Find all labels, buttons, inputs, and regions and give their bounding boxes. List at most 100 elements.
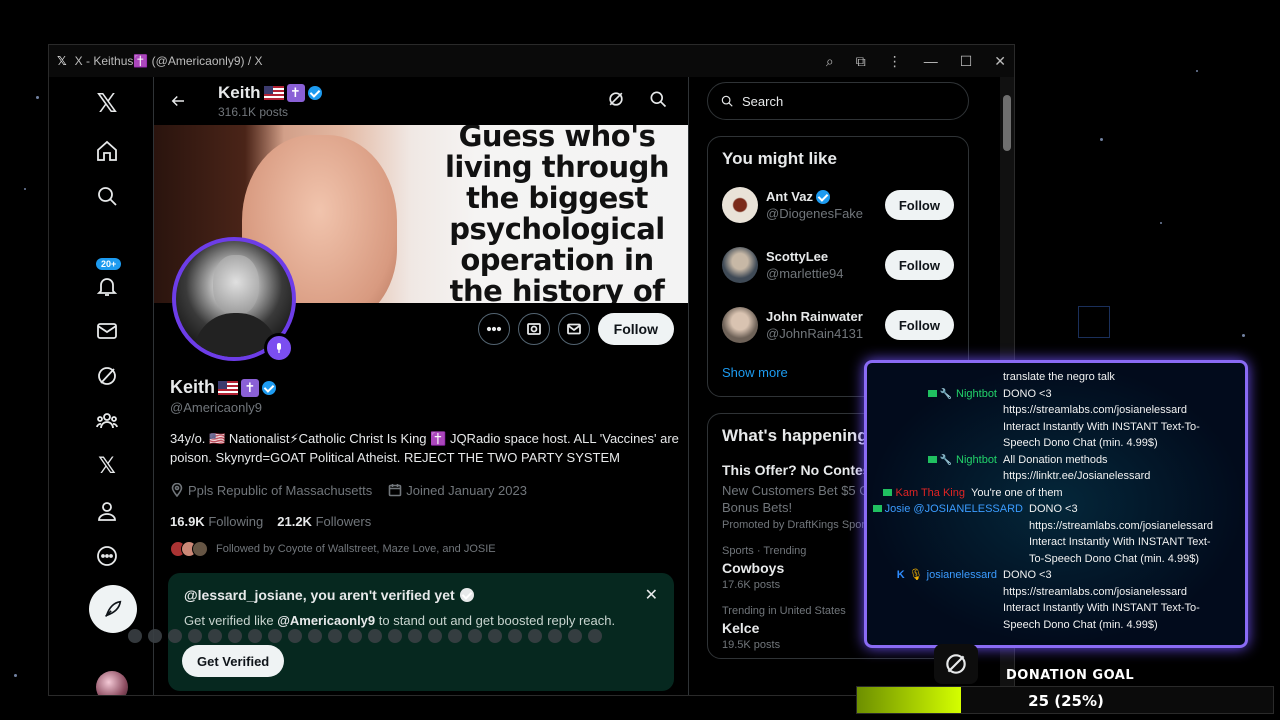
background-square	[1078, 306, 1110, 338]
donation-progress-bar: 25 (25%)	[856, 686, 1274, 714]
more-circle-icon[interactable]	[93, 542, 121, 570]
background-star	[1242, 334, 1245, 337]
chat-message: Josie @JOSIANELESSARD DONO <3 https://st…	[867, 501, 1245, 567]
more-options-button[interactable]	[477, 313, 510, 345]
search-icon[interactable]: ⌕	[826, 53, 834, 70]
suggested-user-handle: @JohnRain4131	[766, 326, 864, 341]
menu-dots-icon[interactable]: ⋮	[888, 53, 902, 70]
window-title: X - Keithus✝️ (@Americaonly9) / X	[74, 54, 263, 68]
chat-username: Kam Tha King	[867, 485, 971, 502]
profile-handle: @Americaonly9	[170, 400, 262, 415]
background-star	[1196, 70, 1198, 72]
suggested-user-name: Ant Vaz	[766, 189, 813, 204]
suggested-user[interactable]: John Rainwater @JohnRain4131 Follow	[708, 295, 968, 355]
grok-icon[interactable]	[606, 89, 626, 109]
mod-badge-icon	[927, 389, 937, 397]
profile-name: Keith	[170, 377, 215, 397]
profile-person-icon[interactable]	[93, 497, 121, 525]
suggested-user[interactable]: ScottyLee @marlettie94 Follow	[708, 235, 968, 295]
suggested-user-avatar	[722, 247, 758, 283]
follow-button[interactable]: Follow	[884, 250, 954, 280]
explore-search-icon[interactable]	[93, 182, 121, 210]
close-window-button[interactable]: ✕	[994, 53, 1006, 70]
chat-text: All Donation methods https://linktr.ee/J…	[1003, 453, 1151, 483]
follow-button[interactable]: Follow	[597, 313, 674, 345]
search-input[interactable]: Search	[707, 82, 969, 120]
profile-actions: Follow	[477, 313, 674, 345]
background-star	[24, 188, 26, 190]
donation-goal-widget: DONATION GOAL 25 (25%)	[856, 664, 1280, 720]
chat-message: 🔧 Nightbot DONO <3 https://streamlabs.com…	[867, 386, 1245, 452]
following-link[interactable]: 16.9K Following	[170, 514, 263, 529]
us-flag-icon	[218, 380, 238, 395]
verify-subtitle: Get verified like @Americaonly9 to stand…	[184, 613, 616, 628]
x-tab-icon: 𝕏	[57, 54, 67, 68]
verified-check-icon	[459, 588, 474, 602]
follow-button[interactable]: Follow	[884, 190, 954, 220]
maximize-button[interactable]: ☐	[960, 53, 973, 70]
mic-badge-icon: 🎙	[908, 569, 923, 581]
chat-username: 🔧 Nightbot	[867, 452, 1003, 485]
back-button[interactable]	[166, 89, 190, 113]
background-star	[1160, 222, 1162, 224]
followed-by[interactable]: Followed by Coyote of Wallstreet, Maze L…	[170, 541, 680, 557]
post-compose-button[interactable]	[89, 585, 137, 633]
suggested-user[interactable]: Ant Vaz @DiogenesFake Follow	[708, 175, 968, 235]
chat-text: DONO <3 https://streamlabs.com/josianele…	[1003, 387, 1200, 450]
location-pin-icon	[171, 482, 183, 498]
profile-info: Keith ✝ @Americaonly9 34y/o. 🇺🇸 National…	[170, 377, 680, 557]
followers-link[interactable]: 21.2K Followers	[277, 514, 371, 529]
get-verified-button[interactable]: Get Verified	[182, 645, 285, 677]
search-icon[interactable]	[648, 89, 668, 109]
followed-by-avatars	[170, 541, 208, 557]
chat-text: You're one of them	[971, 486, 1063, 499]
title-bar: 𝕏 X - Keithus✝️ (@Americaonly9) / X ⌕ ⧉ …	[49, 45, 1014, 77]
notifications-bell-icon[interactable]	[93, 272, 121, 300]
search-icon	[721, 95, 733, 107]
loading-dots	[128, 629, 602, 643]
x-logo-icon[interactable]: 𝕏	[93, 88, 121, 118]
space-host-mic-badge[interactable]	[264, 333, 294, 363]
close-icon[interactable]: ✕	[645, 585, 658, 605]
minimize-button[interactable]: —	[924, 53, 938, 69]
account-avatar[interactable]	[96, 671, 128, 695]
avatar-head	[213, 255, 259, 315]
profile-header-bar: Keith ✝ 316.1K posts	[154, 77, 688, 125]
verified-badge-icon	[262, 380, 276, 395]
chat-username: K 🎙 josianelessard	[896, 569, 997, 581]
kick-badge-icon: K	[896, 569, 905, 581]
chat-text: translate the negro talk	[1003, 371, 1115, 383]
arrow-left-icon	[171, 95, 184, 107]
donation-amount: 25 (25%)	[1028, 692, 1104, 710]
message-button[interactable]	[557, 313, 590, 345]
extensions-icon[interactable]: ⧉	[856, 53, 866, 70]
feather-icon	[105, 600, 122, 617]
premium-x-icon[interactable]: 𝕏	[93, 452, 121, 480]
us-flag-icon	[263, 86, 284, 100]
suggested-user-handle: @DiogenesFake	[766, 206, 864, 221]
left-nav: 𝕏 20+ 𝕏	[49, 77, 153, 695]
banner-text: Guess who's living through the biggest p…	[444, 125, 670, 303]
messages-mail-icon[interactable]	[93, 317, 121, 345]
chat-username	[867, 369, 1003, 386]
communities-icon[interactable]	[93, 407, 121, 435]
chat-message: translate the negro talk	[867, 369, 1245, 386]
wrench-icon: 🔧	[939, 454, 953, 466]
more-dots-icon	[486, 326, 501, 332]
grok-analyze-button[interactable]	[517, 313, 550, 345]
header-profile-name: Keith	[218, 83, 261, 102]
mod-badge-icon	[883, 488, 893, 496]
chat-message: 🔧 Nightbot All Donation methods https://l…	[867, 452, 1245, 485]
scrollbar-thumb[interactable]	[1003, 95, 1011, 151]
grok-icon[interactable]	[93, 362, 121, 390]
verify-title: @lessard_josiane, you aren't verified ye…	[184, 587, 455, 603]
follow-button[interactable]: Follow	[884, 310, 954, 340]
profile-location: Ppls Republic of Massachusetts	[170, 482, 372, 498]
who-to-follow-card: You might like Ant Vaz @DiogenesFake Fol…	[707, 136, 969, 397]
verified-badge-icon	[815, 189, 830, 204]
mod-badge-icon	[872, 505, 882, 512]
stream-chat-overlay: translate the negro talk 🔧 Nightbot DONO …	[864, 360, 1248, 648]
background-star	[14, 674, 17, 677]
home-icon[interactable]	[93, 137, 121, 165]
microphone-icon	[277, 343, 281, 353]
